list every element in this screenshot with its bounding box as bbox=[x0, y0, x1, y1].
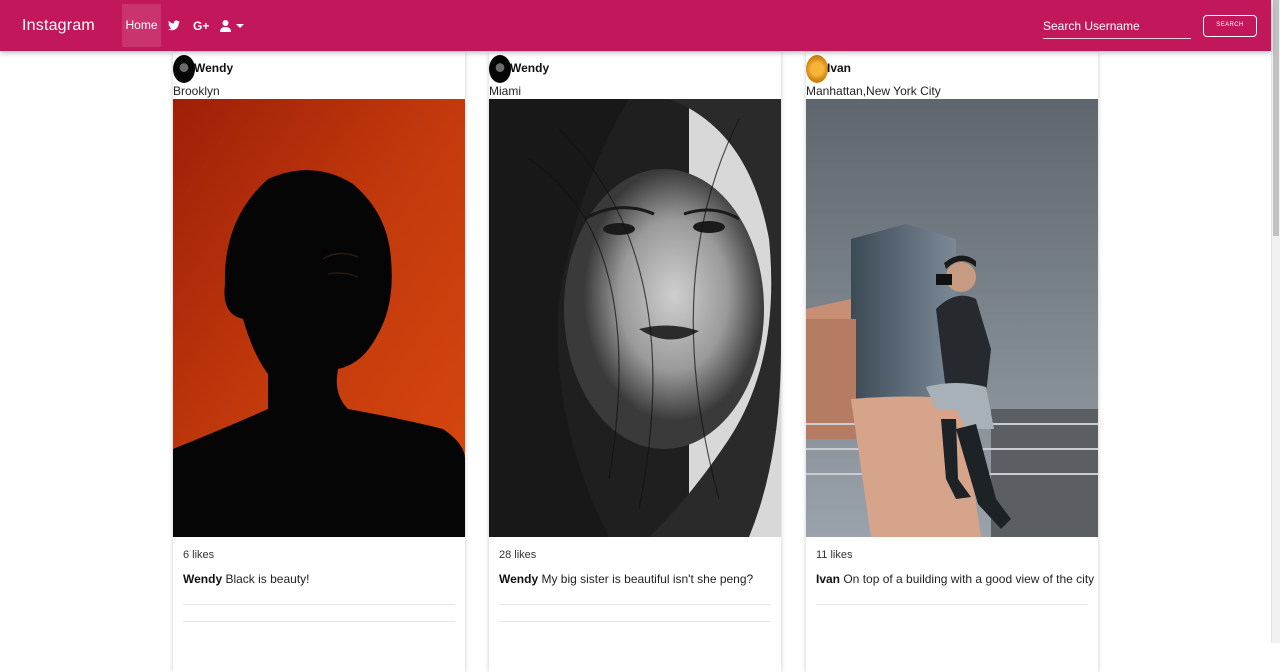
twitter-icon[interactable] bbox=[168, 0, 180, 51]
user-menu-dropdown[interactable] bbox=[220, 0, 244, 51]
avatar[interactable] bbox=[489, 55, 511, 83]
likes-count: 11 likes bbox=[816, 549, 853, 561]
caption-username[interactable]: Ivan bbox=[816, 572, 840, 586]
divider bbox=[499, 604, 771, 605]
divider bbox=[499, 621, 771, 622]
post-caption: Wendy My big sister is beautiful isn't s… bbox=[499, 572, 774, 586]
post-header: Ivan Manhattan,New York City bbox=[806, 52, 1098, 99]
caption-text: My big sister is beautiful isn't she pen… bbox=[538, 572, 754, 586]
navbar: Instagram Home G+ SEARCH bbox=[0, 0, 1271, 51]
caption-text: Black is beauty! bbox=[222, 572, 310, 586]
likes-count: 6 likes bbox=[183, 549, 215, 561]
post-location: Miami bbox=[489, 84, 521, 98]
avatar[interactable] bbox=[173, 55, 195, 83]
caption-username[interactable]: Wendy bbox=[499, 572, 538, 586]
post-location: Manhattan,New York City bbox=[806, 84, 941, 98]
nav-home-link[interactable]: Home bbox=[122, 4, 161, 47]
page-scrollbar[interactable] bbox=[1271, 0, 1280, 643]
post-username[interactable]: Wendy bbox=[194, 61, 233, 75]
post-photo[interactable] bbox=[489, 99, 781, 537]
likes-count: 28 likes bbox=[499, 549, 537, 561]
post-username[interactable]: Wendy bbox=[510, 61, 549, 75]
post-header: Wendy Brooklyn bbox=[173, 52, 465, 99]
caret-down-icon bbox=[236, 23, 244, 28]
post-username[interactable]: Ivan bbox=[827, 61, 851, 75]
post-caption: Ivan On top of a building with a good vi… bbox=[816, 572, 1095, 586]
divider bbox=[816, 604, 1088, 605]
google-plus-icon[interactable]: G+ bbox=[193, 0, 209, 51]
caption-username[interactable]: Wendy bbox=[183, 572, 222, 586]
post-caption: Wendy Black is beauty! bbox=[183, 572, 458, 586]
caption-text: On top of a building with a good view of… bbox=[840, 572, 1095, 586]
post-card: Wendy Miami 28 likes Wendy My big sister… bbox=[489, 52, 781, 672]
avatar[interactable] bbox=[806, 55, 828, 83]
divider bbox=[183, 604, 455, 605]
brand-logo[interactable]: Instagram bbox=[22, 0, 95, 51]
search-button[interactable]: SEARCH bbox=[1203, 15, 1257, 37]
scrollbar-thumb[interactable] bbox=[1273, 0, 1279, 236]
post-card: Wendy Brooklyn 6 likes Wendy Black is be… bbox=[173, 52, 465, 672]
post-header: Wendy Miami bbox=[489, 52, 781, 99]
search-input[interactable] bbox=[1043, 14, 1191, 39]
post-card: Ivan Manhattan,New York City 11 likes Iv… bbox=[806, 52, 1098, 672]
post-photo[interactable] bbox=[806, 99, 1098, 537]
user-icon bbox=[220, 19, 231, 32]
post-location: Brooklyn bbox=[173, 84, 220, 98]
divider bbox=[183, 621, 455, 622]
post-photo[interactable] bbox=[173, 99, 465, 537]
